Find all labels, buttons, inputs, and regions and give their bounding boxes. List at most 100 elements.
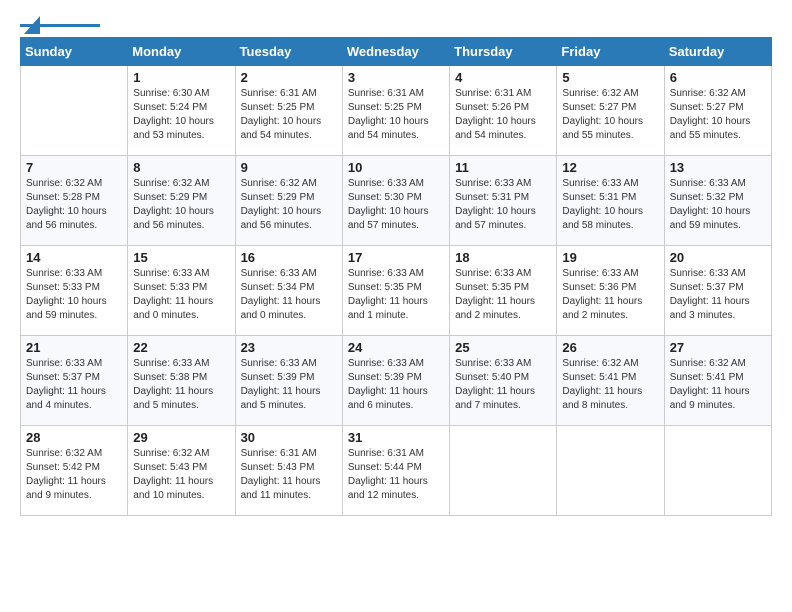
day-number: 27: [670, 340, 766, 355]
day-info: Sunrise: 6:32 AM Sunset: 5:29 PM Dayligh…: [133, 177, 229, 233]
calendar-cell: 15 Sunrise: 6:33 AM Sunset: 5:33 PM Dayli…: [128, 246, 235, 336]
day-number: 7: [26, 160, 122, 175]
day-header-saturday: Saturday: [664, 38, 771, 66]
day-number: 6: [670, 70, 766, 85]
day-info: Sunrise: 6:31 AM Sunset: 5:25 PM Dayligh…: [348, 87, 444, 143]
calendar-cell: 21 Sunrise: 6:33 AM Sunset: 5:37 PM Dayli…: [21, 336, 128, 426]
day-info: Sunrise: 6:32 AM Sunset: 5:43 PM Dayligh…: [133, 447, 229, 503]
day-number: 30: [241, 430, 337, 445]
calendar-week-5: 28Sunrise: 6:32 AM Sunset: 5:42 PM Dayli…: [21, 426, 772, 516]
calendar-cell: 10 Sunrise: 6:33 AM Sunset: 5:30 PM Dayli…: [342, 156, 449, 246]
day-info: Sunrise: 6:33 AM Sunset: 5:33 PM Dayligh…: [133, 267, 229, 323]
calendar-cell: [450, 426, 557, 516]
calendar-cell: 26 Sunrise: 6:32 AM Sunset: 5:41 PM Dayli…: [557, 336, 664, 426]
calendar-cell: 6 Sunrise: 6:32 AM Sunset: 5:27 PM Daylig…: [664, 66, 771, 156]
day-number: 5: [562, 70, 658, 85]
day-header-wednesday: Wednesday: [342, 38, 449, 66]
day-number: 26: [562, 340, 658, 355]
calendar-table: SundayMondayTuesdayWednesdayThursdayFrid…: [20, 37, 772, 516]
day-number: 25: [455, 340, 551, 355]
day-info: Sunrise: 6:31 AM Sunset: 5:26 PM Dayligh…: [455, 87, 551, 143]
calendar-week-1: 1Sunrise: 6:30 AM Sunset: 5:24 PM Daylig…: [21, 66, 772, 156]
day-info: Sunrise: 6:33 AM Sunset: 5:39 PM Dayligh…: [241, 357, 337, 413]
day-header-sunday: Sunday: [21, 38, 128, 66]
calendar-cell: 27 Sunrise: 6:32 AM Sunset: 5:41 PM Dayli…: [664, 336, 771, 426]
day-number: 14: [26, 250, 122, 265]
day-info: Sunrise: 6:33 AM Sunset: 5:32 PM Dayligh…: [670, 177, 766, 233]
calendar-cell: [664, 426, 771, 516]
day-info: Sunrise: 6:33 AM Sunset: 5:33 PM Dayligh…: [26, 267, 122, 323]
day-number: 21: [26, 340, 122, 355]
page-header: [20, 20, 772, 27]
day-number: 10: [348, 160, 444, 175]
calendar-cell: [557, 426, 664, 516]
calendar-cell: 1Sunrise: 6:30 AM Sunset: 5:24 PM Daylig…: [128, 66, 235, 156]
calendar-cell: 12 Sunrise: 6:33 AM Sunset: 5:31 PM Dayli…: [557, 156, 664, 246]
day-number: 2: [241, 70, 337, 85]
calendar-cell: 3 Sunrise: 6:31 AM Sunset: 5:25 PM Daylig…: [342, 66, 449, 156]
calendar-cell: 20 Sunrise: 6:33 AM Sunset: 5:37 PM Dayli…: [664, 246, 771, 336]
day-number: 22: [133, 340, 229, 355]
calendar-cell: 17 Sunrise: 6:33 AM Sunset: 5:35 PM Dayli…: [342, 246, 449, 336]
day-info: Sunrise: 6:33 AM Sunset: 5:31 PM Dayligh…: [455, 177, 551, 233]
day-info: Sunrise: 6:31 AM Sunset: 5:25 PM Dayligh…: [241, 87, 337, 143]
calendar-cell: 2 Sunrise: 6:31 AM Sunset: 5:25 PM Daylig…: [235, 66, 342, 156]
calendar-cell: 25 Sunrise: 6:33 AM Sunset: 5:40 PM Dayli…: [450, 336, 557, 426]
day-number: 19: [562, 250, 658, 265]
calendar-cell: 14 Sunrise: 6:33 AM Sunset: 5:33 PM Dayli…: [21, 246, 128, 336]
day-info: Sunrise: 6:33 AM Sunset: 5:37 PM Dayligh…: [26, 357, 122, 413]
day-info: Sunrise: 6:33 AM Sunset: 5:36 PM Dayligh…: [562, 267, 658, 323]
day-number: 12: [562, 160, 658, 175]
calendar-cell: 18Sunrise: 6:33 AM Sunset: 5:35 PM Dayli…: [450, 246, 557, 336]
day-info: Sunrise: 6:33 AM Sunset: 5:40 PM Dayligh…: [455, 357, 551, 413]
day-number: 15: [133, 250, 229, 265]
day-info: Sunrise: 6:33 AM Sunset: 5:30 PM Dayligh…: [348, 177, 444, 233]
calendar-cell: 29 Sunrise: 6:32 AM Sunset: 5:43 PM Dayli…: [128, 426, 235, 516]
day-info: Sunrise: 6:33 AM Sunset: 5:37 PM Dayligh…: [670, 267, 766, 323]
day-number: 29: [133, 430, 229, 445]
calendar-cell: 31 Sunrise: 6:31 AM Sunset: 5:44 PM Dayli…: [342, 426, 449, 516]
calendar-cell: 7 Sunrise: 6:32 AM Sunset: 5:28 PM Daylig…: [21, 156, 128, 246]
calendar-cell: 19 Sunrise: 6:33 AM Sunset: 5:36 PM Dayli…: [557, 246, 664, 336]
day-number: 28: [26, 430, 122, 445]
day-info: Sunrise: 6:33 AM Sunset: 5:31 PM Dayligh…: [562, 177, 658, 233]
day-info: Sunrise: 6:32 AM Sunset: 5:27 PM Dayligh…: [670, 87, 766, 143]
day-number: 4: [455, 70, 551, 85]
day-info: Sunrise: 6:32 AM Sunset: 5:28 PM Dayligh…: [26, 177, 122, 233]
logo-arrow-icon: [22, 16, 40, 34]
day-info: Sunrise: 6:31 AM Sunset: 5:43 PM Dayligh…: [241, 447, 337, 503]
calendar-cell: 23Sunrise: 6:33 AM Sunset: 5:39 PM Dayli…: [235, 336, 342, 426]
calendar-cell: [21, 66, 128, 156]
day-info: Sunrise: 6:32 AM Sunset: 5:41 PM Dayligh…: [670, 357, 766, 413]
day-number: 16: [241, 250, 337, 265]
day-info: Sunrise: 6:31 AM Sunset: 5:44 PM Dayligh…: [348, 447, 444, 503]
day-number: 8: [133, 160, 229, 175]
day-number: 31: [348, 430, 444, 445]
day-info: Sunrise: 6:33 AM Sunset: 5:34 PM Dayligh…: [241, 267, 337, 323]
day-number: 17: [348, 250, 444, 265]
calendar-header-row: SundayMondayTuesdayWednesdayThursdayFrid…: [21, 38, 772, 66]
day-number: 9: [241, 160, 337, 175]
calendar-week-3: 14 Sunrise: 6:33 AM Sunset: 5:33 PM Dayli…: [21, 246, 772, 336]
day-number: 11: [455, 160, 551, 175]
logo: [20, 20, 100, 27]
day-number: 3: [348, 70, 444, 85]
day-info: Sunrise: 6:32 AM Sunset: 5:41 PM Dayligh…: [562, 357, 658, 413]
calendar-cell: 16 Sunrise: 6:33 AM Sunset: 5:34 PM Dayli…: [235, 246, 342, 336]
calendar-cell: 9Sunrise: 6:32 AM Sunset: 5:29 PM Daylig…: [235, 156, 342, 246]
calendar-cell: 22Sunrise: 6:33 AM Sunset: 5:38 PM Dayli…: [128, 336, 235, 426]
calendar-cell: 13 Sunrise: 6:33 AM Sunset: 5:32 PM Dayli…: [664, 156, 771, 246]
calendar-week-4: 21 Sunrise: 6:33 AM Sunset: 5:37 PM Dayli…: [21, 336, 772, 426]
calendar-cell: 4 Sunrise: 6:31 AM Sunset: 5:26 PM Daylig…: [450, 66, 557, 156]
day-number: 24: [348, 340, 444, 355]
calendar-cell: 28Sunrise: 6:32 AM Sunset: 5:42 PM Dayli…: [21, 426, 128, 516]
day-info: Sunrise: 6:33 AM Sunset: 5:39 PM Dayligh…: [348, 357, 444, 413]
day-number: 18: [455, 250, 551, 265]
calendar-cell: 8 Sunrise: 6:32 AM Sunset: 5:29 PM Daylig…: [128, 156, 235, 246]
day-number: 13: [670, 160, 766, 175]
day-number: 20: [670, 250, 766, 265]
calendar-cell: 24 Sunrise: 6:33 AM Sunset: 5:39 PM Dayli…: [342, 336, 449, 426]
calendar-cell: 11 Sunrise: 6:33 AM Sunset: 5:31 PM Dayli…: [450, 156, 557, 246]
day-info: Sunrise: 6:32 AM Sunset: 5:27 PM Dayligh…: [562, 87, 658, 143]
day-info: Sunrise: 6:33 AM Sunset: 5:35 PM Dayligh…: [348, 267, 444, 323]
